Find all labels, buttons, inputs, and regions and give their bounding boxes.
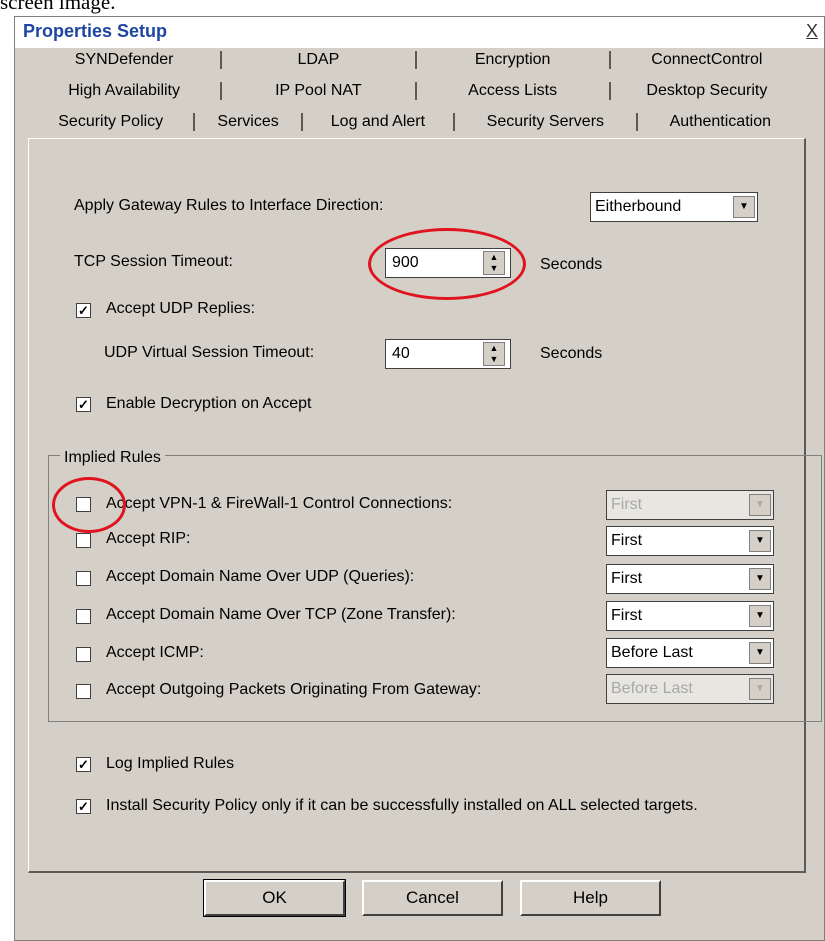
position-value: Before Last xyxy=(611,644,693,661)
help-button[interactable]: Help xyxy=(520,880,661,916)
implied-rule-position-select[interactable]: Before Last ▼ xyxy=(606,674,774,704)
log-implied-rules-checkbox[interactable] xyxy=(76,757,91,772)
red-annotation-circle-tcp xyxy=(368,228,526,300)
tab-strip: SYNDefender LDAP Encryption ConnectContr… xyxy=(28,44,803,137)
tab-security-policy[interactable]: Security Policy xyxy=(28,112,196,131)
ok-button[interactable]: OK xyxy=(203,879,346,917)
accept-udp-replies-label: Accept UDP Replies: xyxy=(106,300,256,317)
enable-decryption-checkbox[interactable] xyxy=(76,397,91,412)
chevron-down-icon[interactable]: ▼ xyxy=(749,605,771,627)
implied-rule-checkbox[interactable] xyxy=(76,684,91,699)
implied-rule-position-select[interactable]: First ▼ xyxy=(606,526,774,556)
log-implied-rules-label: Log Implied Rules xyxy=(106,755,235,772)
tab-ip-pool-nat[interactable]: IP Pool NAT xyxy=(222,81,417,100)
implied-rule-label: Accept Domain Name Over TCP (Zone Transf… xyxy=(106,606,456,623)
cut-off-caption: screen image. xyxy=(0,0,116,14)
position-value: First xyxy=(611,607,643,624)
tab-row-2: High Availability IP Pool NAT Access Lis… xyxy=(28,75,803,106)
accept-udp-replies-checkbox[interactable] xyxy=(76,303,91,318)
implied-rule-position-select[interactable]: First ▼ xyxy=(606,601,774,631)
chevron-down-icon[interactable]: ▼ xyxy=(749,568,771,590)
tcp-timeout-label: TCP Session Timeout: xyxy=(74,253,233,270)
udp-timeout-value: 40 xyxy=(392,345,410,362)
position-value: Before Last xyxy=(611,680,693,697)
chevron-down-icon[interactable]: ▼ xyxy=(733,196,755,218)
tab-syndefender[interactable]: SYNDefender xyxy=(28,50,223,69)
implied-rule-checkbox[interactable] xyxy=(76,609,91,624)
chevron-down-icon[interactable]: ▼ xyxy=(749,494,771,516)
udp-timeout-unit: Seconds xyxy=(540,345,603,362)
tab-encryption[interactable]: Encryption xyxy=(417,50,611,69)
implied-rule-label: Accept Outgoing Packets Originating From… xyxy=(106,681,482,698)
implied-rule-position-select[interactable]: First ▼ xyxy=(606,490,774,520)
interface-direction-select[interactable]: Eitherbound ▼ xyxy=(590,192,758,222)
position-value: First xyxy=(611,496,643,513)
tab-connectcontrol[interactable]: ConnectControl xyxy=(611,51,803,69)
tab-log-and-alert[interactable]: Log and Alert xyxy=(303,112,456,131)
tab-access-lists[interactable]: Access Lists xyxy=(417,81,611,100)
implied-rule-position-select[interactable]: First ▼ xyxy=(606,564,774,594)
enable-decryption-label: Enable Decryption on Accept xyxy=(106,395,312,412)
position-value: First xyxy=(611,532,643,549)
apply-rules-label: Apply Gateway Rules to Interface Directi… xyxy=(74,197,384,214)
close-button[interactable]: X xyxy=(806,21,818,42)
tab-authentication[interactable]: Authentication xyxy=(638,113,803,131)
tab-services[interactable]: Services xyxy=(195,112,303,131)
chevron-down-icon[interactable]: ▼ xyxy=(749,642,771,664)
tab-ldap[interactable]: LDAP xyxy=(222,50,417,69)
tab-desktop-security[interactable]: Desktop Security xyxy=(611,82,803,100)
tab-security-servers[interactable]: Security Servers xyxy=(455,112,638,131)
tab-row-3: Security Policy Services Log and Alert S… xyxy=(28,106,803,137)
tcp-timeout-unit: Seconds xyxy=(540,256,603,273)
chevron-down-icon[interactable]: ▼ xyxy=(749,530,771,552)
udp-timeout-spinner[interactable]: ▲ ▼ xyxy=(483,342,505,366)
implied-rule-label: Accept Domain Name Over UDP (Queries): xyxy=(106,568,415,585)
tab-high-availability[interactable]: High Availability xyxy=(28,81,223,100)
udp-timeout-label: UDP Virtual Session Timeout: xyxy=(104,344,315,361)
window-title: Properties Setup xyxy=(23,21,168,41)
implied-rule-label: Accept ICMP: xyxy=(106,644,204,661)
position-value: First xyxy=(611,570,643,587)
cancel-button[interactable]: Cancel xyxy=(362,880,503,916)
install-policy-checkbox[interactable] xyxy=(76,799,91,814)
implied-rule-checkbox[interactable] xyxy=(76,533,91,548)
interface-direction-value: Eitherbound xyxy=(595,198,682,215)
implied-rule-checkbox[interactable] xyxy=(76,647,91,662)
implied-rule-label: Accept VPN-1 & FireWall-1 Control Connec… xyxy=(106,495,453,512)
implied-rule-checkbox[interactable] xyxy=(76,571,91,586)
implied-rules-title: Implied Rules xyxy=(60,449,165,467)
implied-rule-position-select[interactable]: Before Last ▼ xyxy=(606,638,774,668)
red-annotation-circle-vpn xyxy=(52,477,126,533)
chevron-down-icon[interactable]: ▼ xyxy=(749,678,771,700)
tab-row-1: SYNDefender LDAP Encryption ConnectContr… xyxy=(28,44,803,75)
implied-rule-label: Accept RIP: xyxy=(106,530,191,547)
install-policy-label: Install Security Policy only if it can b… xyxy=(106,797,698,814)
